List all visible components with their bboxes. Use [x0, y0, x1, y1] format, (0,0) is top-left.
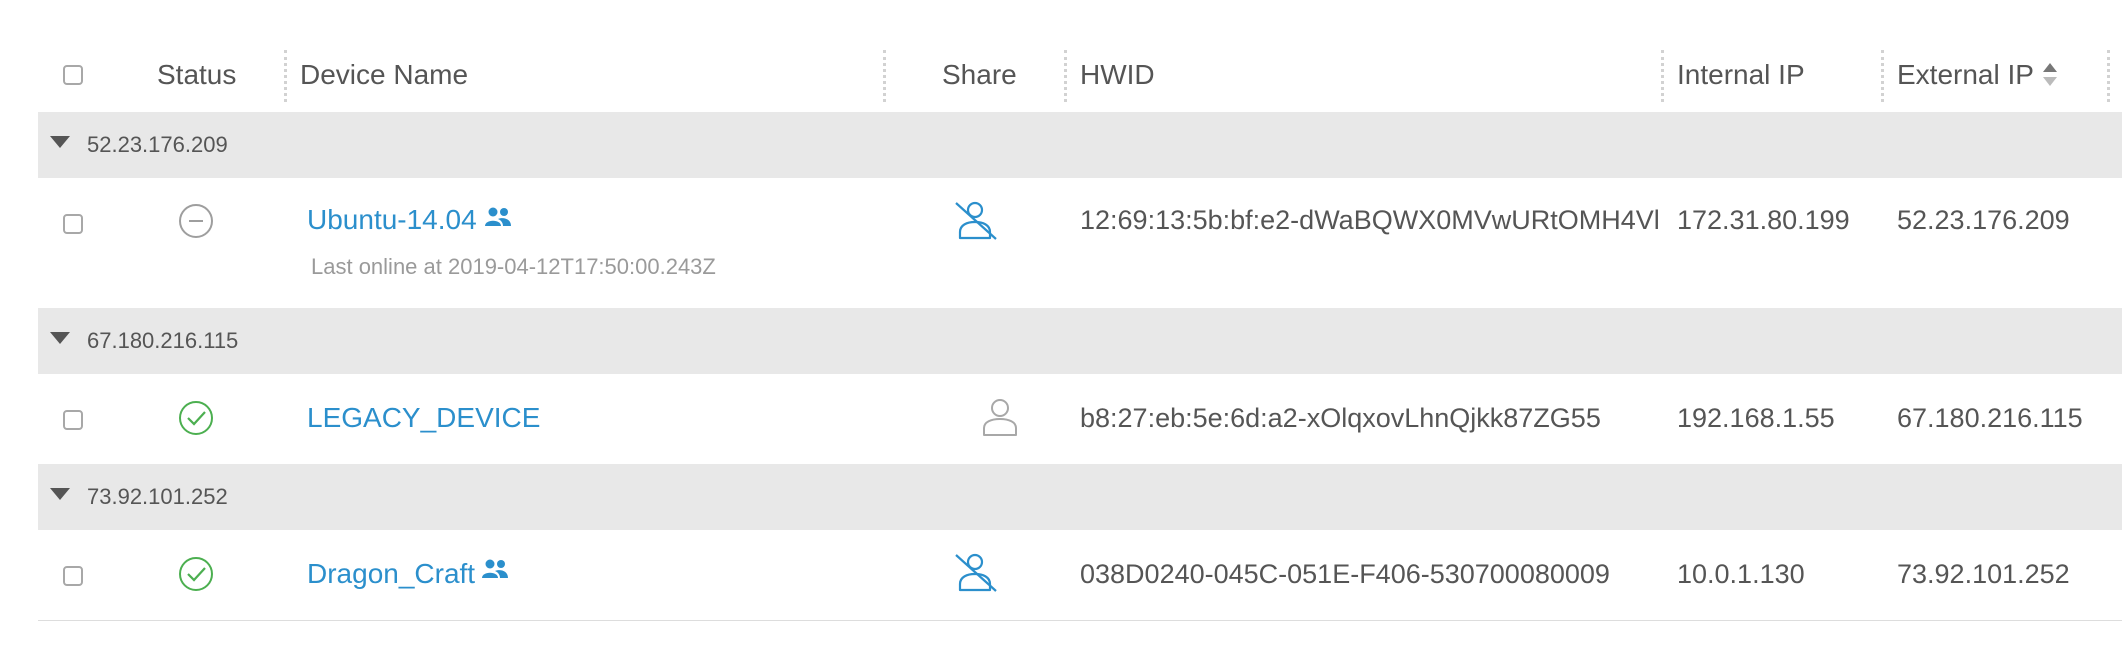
column-resize-handle[interactable] [284, 50, 287, 102]
column-header-external-ip[interactable]: External IP [1897, 38, 2034, 112]
group-label: 73.92.101.252 [87, 484, 228, 509]
external-ip-value: 67.180.216.115 [1897, 403, 2083, 433]
column-header-share[interactable]: Share [942, 38, 1017, 112]
internal-ip-value: 192.168.1.55 [1677, 403, 1835, 433]
status-online-icon [179, 557, 213, 591]
column-resize-handle[interactable] [883, 50, 886, 102]
column-header-internal-ip[interactable]: Internal IP [1677, 38, 1805, 112]
external-ip-value: 52.23.176.209 [1897, 205, 2070, 235]
status-offline-icon [179, 204, 213, 238]
column-resize-handle[interactable] [1881, 50, 1884, 102]
sort-icon[interactable] [2041, 61, 2059, 89]
hwid-value: b8:27:eb:5e:6d:a2-xOlqxovLhnQjkk87ZG55 [1080, 403, 1601, 433]
share-disabled-icon[interactable] [952, 200, 1000, 242]
column-header-device-name[interactable]: Device Name [300, 38, 468, 112]
device-name-link[interactable]: Dragon_Craft [307, 558, 475, 590]
user-icon[interactable] [978, 397, 1022, 439]
table-bottom-border [38, 620, 2122, 621]
device-name-link[interactable]: Ubuntu-14.04 [307, 204, 477, 236]
row-checkbox[interactable] [63, 566, 83, 586]
collapse-caret-icon[interactable] [50, 488, 70, 500]
table-header: Status Device Name Share HWID Internal I… [38, 38, 2122, 114]
row-checkbox[interactable] [63, 214, 83, 234]
select-all-cell [63, 38, 83, 112]
group-label: 67.180.216.115 [87, 328, 239, 353]
column-resize-handle[interactable] [2107, 50, 2110, 102]
column-header-hwid[interactable]: HWID [1080, 38, 1155, 112]
row-checkbox[interactable] [63, 410, 83, 430]
group-row[interactable]: 52.23.176.209 [38, 112, 2122, 178]
column-header-status[interactable]: Status [157, 38, 236, 112]
share-disabled-icon[interactable] [952, 552, 1000, 594]
table-row[interactable]: LEGACY_DEVICE b8:27:eb:5e:6d:a2-xOlqxovL… [38, 374, 2122, 464]
status-online-icon [179, 401, 213, 435]
hwid-value: 038D0240-045C-051E-F406-530700080009 [1080, 559, 1610, 589]
people-icon [485, 207, 511, 226]
people-icon [482, 559, 508, 578]
internal-ip-value: 172.31.80.199 [1677, 205, 1850, 235]
external-ip-value: 73.92.101.252 [1897, 559, 2070, 589]
column-resize-handle[interactable] [1064, 50, 1067, 102]
table-row[interactable]: Ubuntu-14.04 Last online at 2019-04-12T1… [38, 178, 2122, 308]
device-name-link[interactable]: LEGACY_DEVICE [307, 402, 540, 434]
group-row[interactable]: 67.180.216.115 [38, 308, 2122, 374]
internal-ip-value: 10.0.1.130 [1677, 559, 1805, 589]
group-label: 52.23.176.209 [87, 132, 228, 157]
table-row[interactable]: Dragon_Craft 038D0240-045C-051E-F406-530… [38, 530, 2122, 620]
column-resize-handle[interactable] [1661, 50, 1664, 102]
collapse-caret-icon[interactable] [50, 332, 70, 344]
hwid-value: 12:69:13:5b:bf:e2-dWaBQWX0MVwURtOMH4Vl [1080, 205, 1660, 235]
collapse-caret-icon[interactable] [50, 136, 70, 148]
select-all-checkbox[interactable] [63, 65, 83, 85]
group-row[interactable]: 73.92.101.252 [38, 464, 2122, 530]
last-online-text: Last online at 2019-04-12T17:50:00.243Z [311, 254, 716, 279]
